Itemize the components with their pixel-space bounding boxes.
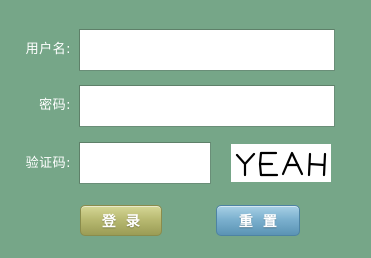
username-input[interactable] <box>79 29 335 71</box>
captcha-glyphs <box>235 151 327 177</box>
username-label: 用户名: <box>25 42 71 57</box>
password-input[interactable] <box>79 85 335 127</box>
password-label: 密码: <box>39 98 71 113</box>
captcha-input[interactable] <box>79 142 211 184</box>
captcha-label: 验证码: <box>25 156 71 171</box>
reset-button[interactable]: 重置 <box>216 205 300 236</box>
captcha-image[interactable] <box>231 144 331 182</box>
login-button[interactable]: 登录 <box>80 205 162 236</box>
